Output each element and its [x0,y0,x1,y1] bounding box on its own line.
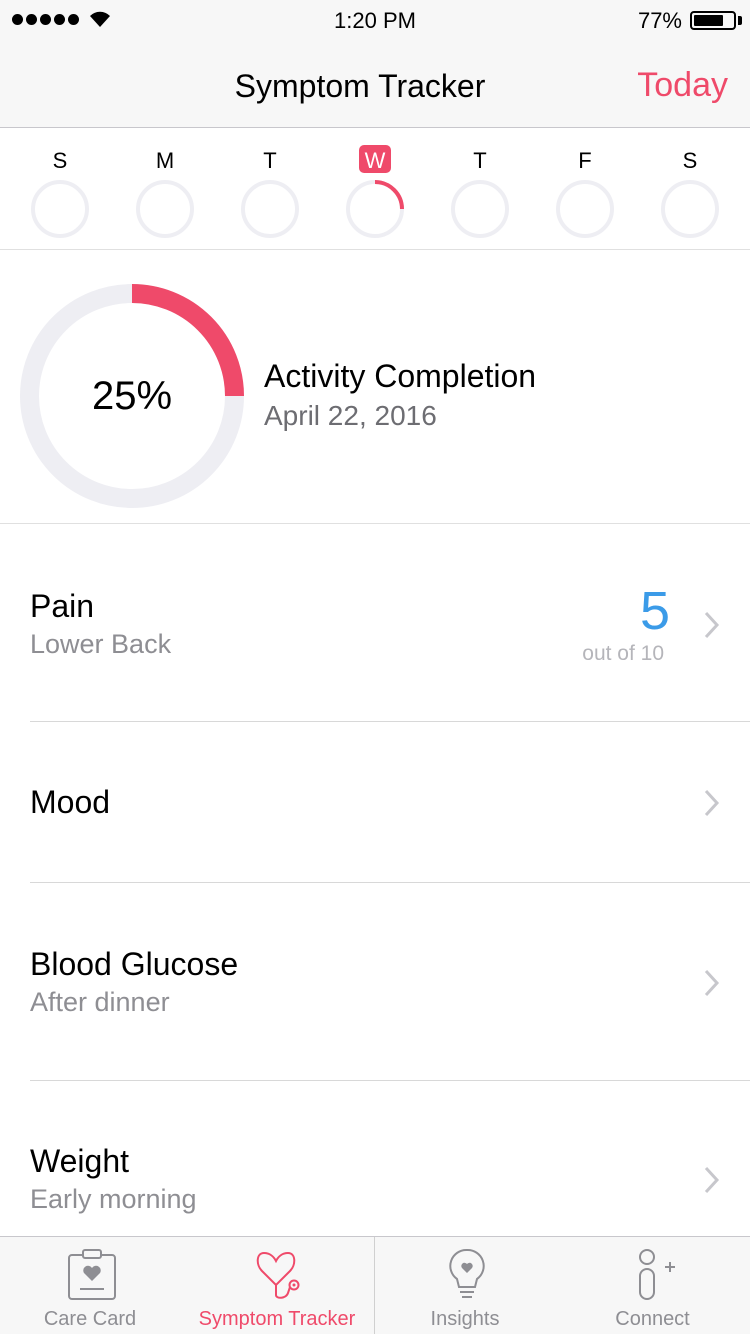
day-ring-progress-arc [374,180,404,210]
battery-percentage: 77% [637,8,682,33]
pain-value: 5 [639,581,670,641]
day-letter: T [473,148,487,173]
day-ring-track [451,180,509,238]
tab-symptom-tracker[interactable]: Symptom Tracker [180,1237,374,1334]
battery-icon [690,11,736,30]
tab-connect[interactable]: Connect [555,1237,750,1334]
battery-nub [738,16,742,25]
row-title: Weight [30,1143,130,1179]
day-letter: T [263,148,277,173]
day-ring-track [31,180,89,238]
row-title: Blood Glucose [30,946,239,982]
tab-care-card[interactable]: Care Card [0,1237,180,1334]
activity-percent: 25% [91,374,173,418]
navigation-bar: Symptom Tracker Today [0,40,750,128]
tab-insights[interactable]: Insights [375,1237,555,1334]
day-progress-ring [556,180,614,238]
day-letter: S [52,148,68,173]
day-ring-track [241,180,299,238]
chevron-right-icon [704,969,720,997]
care-card-icon [68,1249,116,1300]
day-wednesday-selected[interactable]: W [325,128,425,250]
status-bar: 1:20 PM 77% [0,0,750,40]
add-contact-icon [639,1249,675,1300]
tab-bar: Care Card Symptom Tracker Insights Conne… [0,1236,750,1334]
day-monday[interactable]: M [115,128,215,250]
day-thursday[interactable]: T [430,128,530,250]
day-progress-ring [241,180,299,238]
day-sunday[interactable]: S [10,128,110,250]
day-ring-track [556,180,614,238]
day-letter: S [682,148,698,173]
activity-date: April 22, 2016 [264,400,437,431]
activity-title: Activity Completion [264,358,537,394]
tab-label: Care Card [43,1308,137,1330]
day-progress-ring [451,180,509,238]
tab-label: Insights [430,1308,500,1330]
tab-label: Symptom Tracker [198,1308,356,1330]
lightbulb-icon [449,1248,485,1298]
row-subtitle: After dinner [30,987,170,1017]
day-progress-ring [31,180,89,238]
pain-scale: out of 10 [582,642,664,665]
day-progress-ring [346,180,404,238]
symptom-row-mood[interactable]: Mood [0,722,750,883]
day-letter: W [364,148,386,173]
symptom-row-weight[interactable]: Weight Early morning [0,1081,750,1236]
row-title: Mood [30,784,111,820]
today-button[interactable]: Today [637,66,728,105]
row-subtitle: Early morning [30,1184,197,1214]
day-letter: F [578,148,592,173]
tab-label: Connect [615,1308,690,1330]
row-subtitle: Lower Back [30,629,172,659]
day-friday[interactable]: F [535,128,635,250]
chevron-right-icon [704,789,720,817]
row-title: Pain [30,588,95,624]
day-progress-ring [136,180,194,238]
day-ring-track [661,180,719,238]
chevron-right-icon [704,611,720,639]
day-saturday[interactable]: S [640,128,740,250]
activity-completion-card: 25% Activity Completion April 22, 2016 [0,250,750,524]
symptom-row-pain[interactable]: Pain Lower Back 5 out of 10 [0,524,750,722]
day-ring-track [136,180,194,238]
day-progress-ring [661,180,719,238]
week-selector: S M T W T F S [0,128,750,250]
day-tuesday[interactable]: T [220,128,320,250]
chevron-right-icon [704,1166,720,1194]
stethoscope-icon [256,1251,300,1299]
page-title: Symptom Tracker [234,68,486,104]
symptom-row-blood-glucose[interactable]: Blood Glucose After dinner [0,883,750,1081]
day-letter: M [155,148,175,173]
